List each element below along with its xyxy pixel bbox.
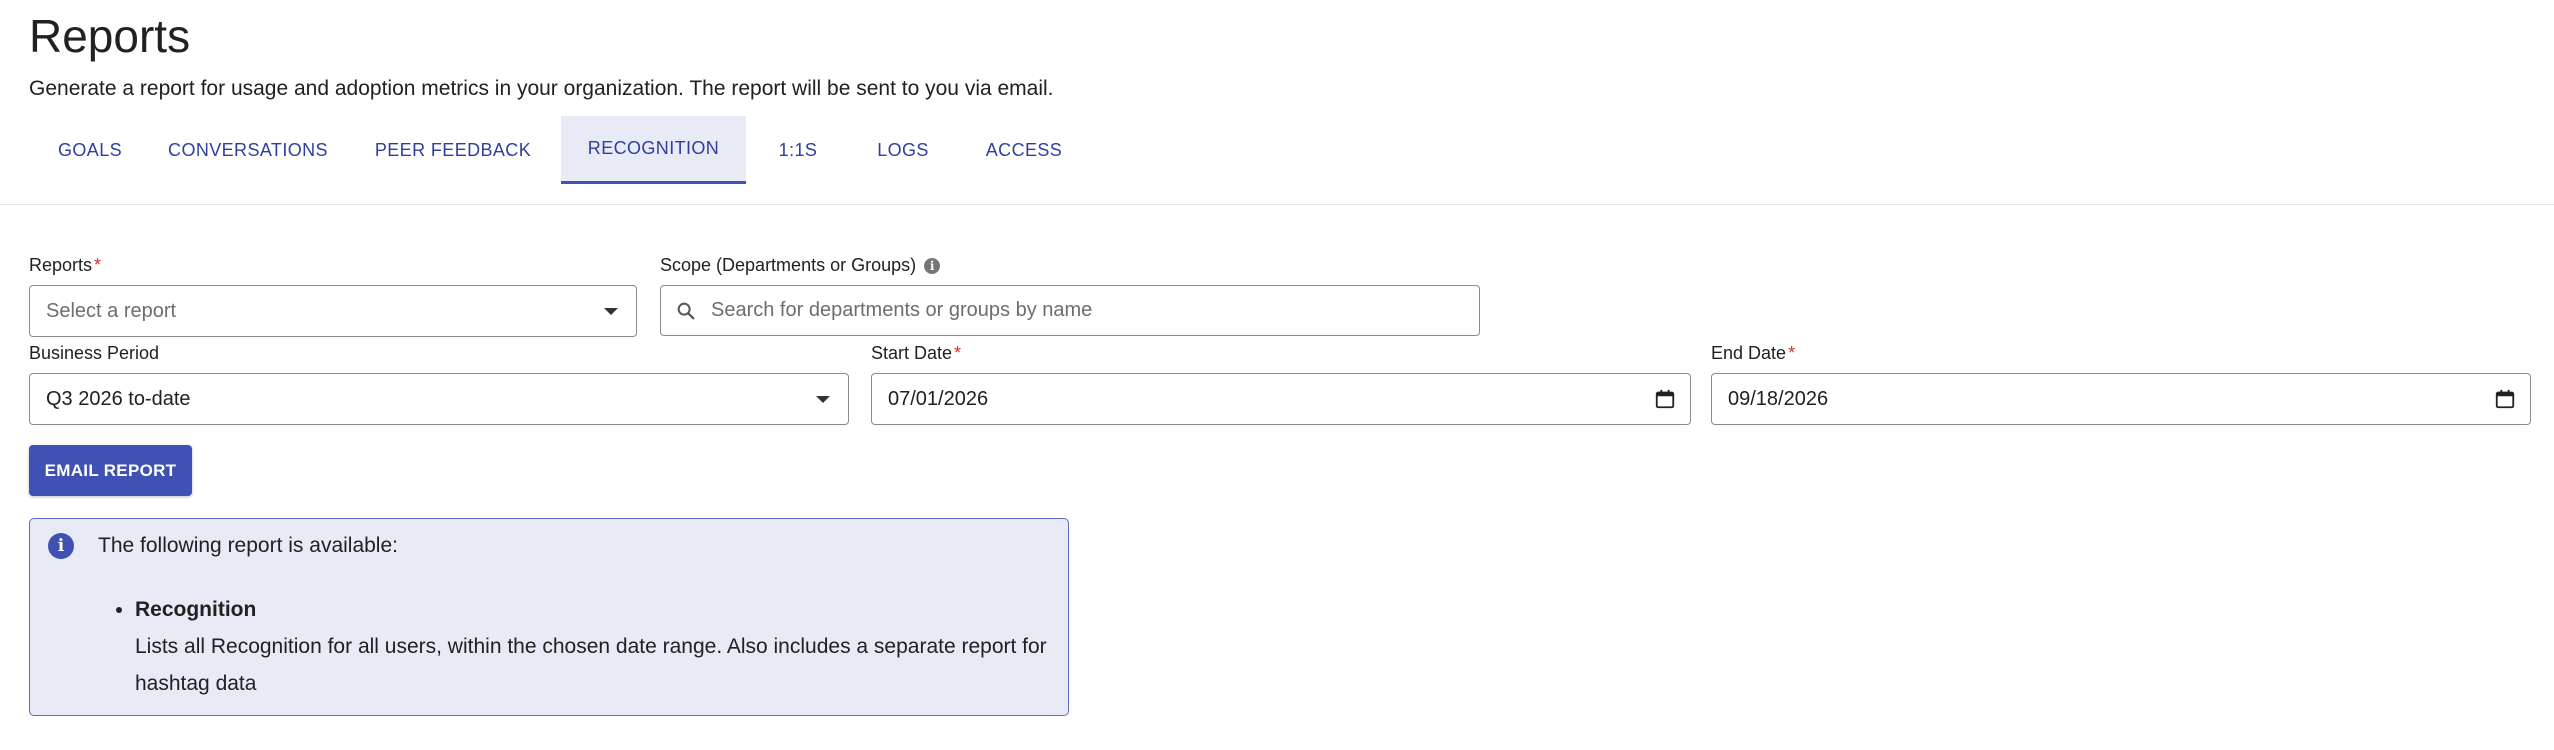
info-icon: i	[48, 533, 74, 559]
scope-search-placeholder: Search for departments or groups by name	[711, 299, 1093, 321]
required-mark: *	[94, 255, 102, 275]
scope-search-input[interactable]: Search for departments or groups by name	[660, 285, 1480, 336]
calendar-icon[interactable]	[2494, 388, 2516, 410]
tab-peer-feedback[interactable]: PEER FEEDBACK	[345, 116, 561, 184]
tab-conversations[interactable]: CONVERSATIONS	[151, 116, 345, 184]
reports-label-text: Reports	[29, 255, 93, 275]
chevron-down-icon	[604, 307, 618, 315]
list-item: Recognition Lists all Recognition for al…	[135, 591, 1095, 702]
search-icon	[677, 302, 695, 319]
start-date-value: 07/01/2026	[888, 387, 989, 410]
report-item-title: Recognition	[135, 598, 257, 621]
available-reports-list: Recognition Lists all Recognition for al…	[85, 591, 1095, 702]
end-date-input[interactable]: 09/18/2026	[1711, 373, 2531, 425]
end-date-value: 09/18/2026	[1728, 387, 1829, 410]
business-period-select[interactable]: Q3 2026 to-date	[29, 373, 849, 425]
business-period-label: Business Period	[29, 343, 160, 363]
chevron-down-icon	[816, 395, 830, 403]
reports-select-placeholder: Select a report	[46, 299, 177, 322]
tab-one-on-ones[interactable]: 1:1S	[746, 116, 850, 184]
tab-access[interactable]: ACCESS	[956, 116, 1092, 184]
start-date-label: Start Date *	[871, 341, 961, 365]
scope-label: Scope (Departments or Groups) i	[660, 253, 941, 277]
email-report-button[interactable]: EMAIL REPORT	[29, 445, 192, 496]
info-icon[interactable]: i	[924, 258, 941, 274]
report-item-description: Lists all Recognition for all users, wit…	[135, 635, 1047, 695]
report-tabs: GOALS CONVERSATIONS PEER FEEDBACK RECOGN…	[29, 116, 1092, 184]
required-mark: *	[1788, 343, 1796, 363]
tab-goals[interactable]: GOALS	[29, 116, 151, 184]
tab-recognition[interactable]: RECOGNITION	[561, 116, 746, 184]
end-date-label: End Date *	[1711, 341, 1795, 365]
reports-page: Reports Generate a report for usage and …	[0, 0, 2554, 750]
page-subtitle: Generate a report for usage and adoption…	[29, 77, 1054, 100]
tab-logs[interactable]: LOGS	[850, 116, 956, 184]
reports-select[interactable]: Select a report	[29, 285, 637, 337]
calendar-icon[interactable]	[1654, 388, 1676, 410]
start-date-label-text: Start Date	[871, 343, 953, 363]
required-mark: *	[954, 343, 962, 363]
scope-label-text: Scope (Departments or Groups)	[660, 255, 917, 275]
reports-label: Reports *	[29, 253, 101, 277]
end-date-label-text: End Date	[1711, 343, 1787, 363]
start-date-input[interactable]: 07/01/2026	[871, 373, 1691, 425]
tabs-divider	[0, 204, 2554, 205]
page-title: Reports	[29, 10, 191, 62]
business-period-value: Q3 2026 to-date	[46, 387, 191, 410]
alert-heading: The following report is available:	[98, 534, 398, 557]
info-alert: i The following report is available: Rec…	[29, 518, 1069, 716]
